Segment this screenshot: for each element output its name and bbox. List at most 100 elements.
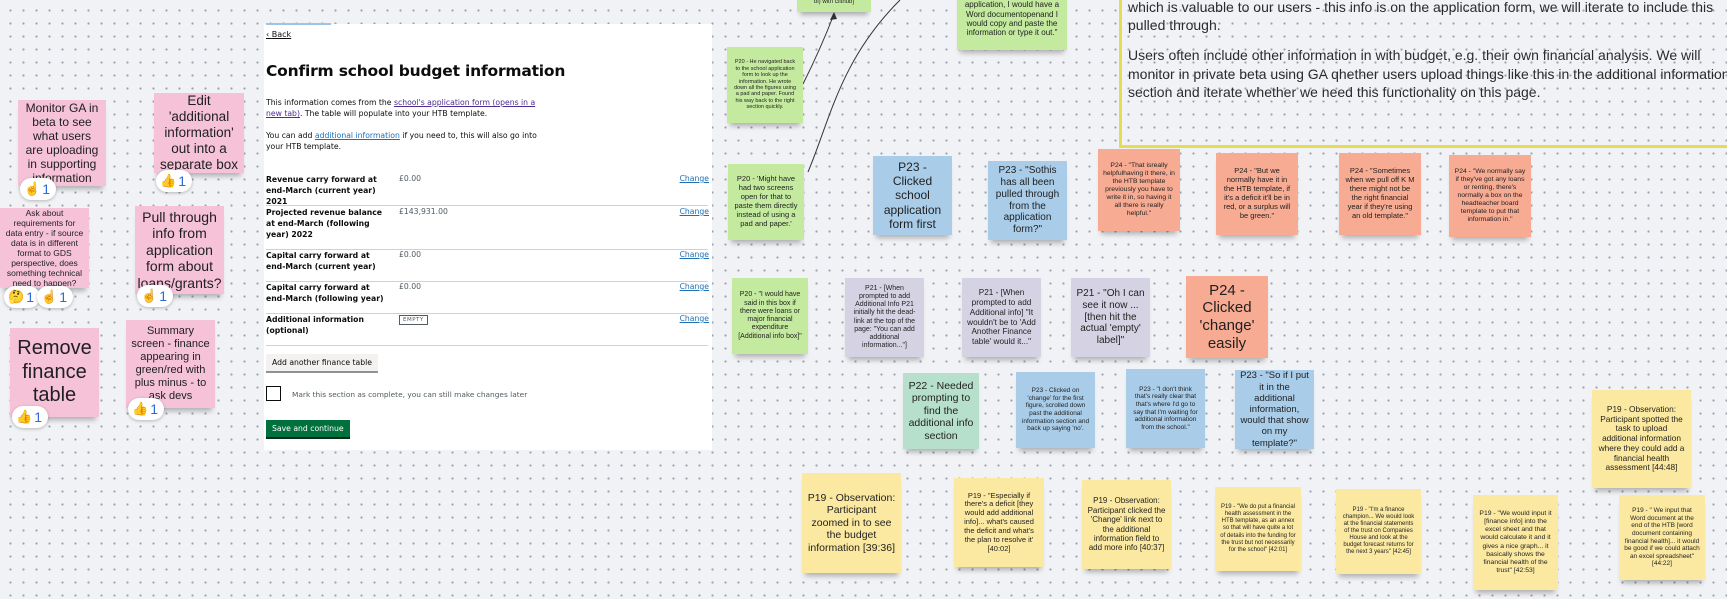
sticky-note[interactable]: P23 - "So if I put it in the additional … bbox=[1235, 370, 1314, 449]
note-text: P19 - "We do put a financial health asse… bbox=[1220, 504, 1296, 553]
intro-prefix: This information comes from the bbox=[266, 98, 394, 107]
note-text: P23 - "Sothis has all been pulled throug… bbox=[995, 165, 1060, 236]
sticky-note[interactable]: bl) with Github] bbox=[797, 0, 871, 12]
sticky-note[interactable]: P24 - Clicked 'change' easily bbox=[1186, 276, 1268, 358]
row-key: Capital carry forward at end-March (foll… bbox=[266, 283, 384, 304]
empty-tag[interactable]: EMPTY bbox=[399, 315, 428, 325]
row-key: Revenue carry forward at end-March (curr… bbox=[266, 175, 377, 207]
summary-row: Revenue carry forward at end-March (curr… bbox=[266, 174, 709, 207]
add-finance-table-button[interactable]: Add another finance table bbox=[266, 354, 379, 371]
sticky-note[interactable]: P23 - "I don't think that's really clear… bbox=[1126, 369, 1205, 448]
row-value: £143,931.00 bbox=[399, 207, 448, 216]
reaction-badge[interactable]: 🤔 1 bbox=[4, 286, 40, 308]
sticky-note[interactable]: P19 - " We input that Word document at t… bbox=[1619, 495, 1705, 580]
change-link[interactable]: Change bbox=[680, 314, 709, 323]
note-text: P20 - He navigated back to the school ap… bbox=[733, 59, 797, 111]
note-text: bl) with Github] bbox=[813, 0, 855, 6]
sticky-note[interactable]: Monitor GA in beta to see what users are… bbox=[18, 100, 106, 186]
note-text: P24 - "But we normally have it in the HT… bbox=[1223, 166, 1291, 220]
sticky-note[interactable]: P22 - Needed prompting to find the addit… bbox=[903, 373, 979, 449]
change-link[interactable]: Change bbox=[680, 174, 709, 183]
row-value: £0.00 bbox=[399, 174, 422, 183]
note-text: P21 - [When prompted to add Additional i… bbox=[967, 288, 1036, 346]
note-text: P23 - "So if I put it in the additional … bbox=[1240, 370, 1309, 449]
row-value: £0.00 bbox=[399, 282, 422, 291]
note-text: P24 - "We normally say if they've got an… bbox=[1454, 167, 1526, 224]
note-text: P21 - [When prompted to add Additional I… bbox=[853, 284, 916, 350]
sticky-note[interactable]: P19 - "We would input it [finance info] … bbox=[1473, 495, 1558, 590]
reaction-badge[interactable]: ☝ 1 bbox=[137, 285, 173, 307]
sticky-note[interactable]: P20 - 'Might have had two screens open f… bbox=[728, 164, 804, 240]
reaction-count: 1 bbox=[34, 409, 42, 425]
summary-paragraph: Users often include other information in… bbox=[1128, 47, 1727, 100]
pointing-up-icon: ☝ bbox=[41, 289, 58, 304]
reaction-badge[interactable]: 👍 1 bbox=[156, 170, 192, 192]
note-text: Monitor GA in beta to see what users are… bbox=[25, 100, 99, 186]
reaction-count: 1 bbox=[150, 401, 158, 417]
change-link[interactable]: Change bbox=[680, 207, 709, 216]
pointing-up-icon: ☝ bbox=[24, 181, 41, 196]
back-link-label: Back bbox=[271, 30, 292, 39]
pointing-up-icon: ☝ bbox=[141, 288, 158, 303]
note-text: P24 - "Sometimes when we pull off K M th… bbox=[1345, 166, 1415, 220]
complete-checkbox[interactable] bbox=[266, 386, 281, 401]
sticky-note[interactable]: P20 - He navigated back to the school ap… bbox=[727, 47, 803, 123]
summary-row: Capital carry forward at end-March (foll… bbox=[266, 282, 709, 314]
back-link[interactable]: ‹ Back bbox=[266, 30, 291, 39]
note-text: P20 - "I would have said in this box if … bbox=[738, 291, 802, 340]
sticky-note[interactable]: P19 - "We do put a financial health asse… bbox=[1215, 487, 1301, 571]
summary-row: Capital carry forward at end-March (curr… bbox=[266, 250, 709, 282]
sticky-note[interactable]: P19 - Observation: Participant spotted t… bbox=[1592, 390, 1691, 488]
reaction-badge[interactable]: 👍 1 bbox=[12, 406, 48, 428]
sticky-note[interactable]: Pull through info from application form … bbox=[135, 206, 224, 294]
sticky-note[interactable]: Ask about requirements for data entry - … bbox=[0, 208, 89, 288]
sticky-note[interactable]: P23 - "Sothis has all been pulled throug… bbox=[988, 161, 1067, 240]
note-text: Ask about requirements for data entry - … bbox=[5, 208, 84, 288]
sticky-note[interactable]: P24 - "Sometimes when we pull off K M th… bbox=[1339, 153, 1421, 235]
change-link[interactable]: Change bbox=[680, 282, 709, 291]
reaction-badge[interactable]: ☝ 1 bbox=[20, 178, 56, 200]
row-key: Additional information (optional) bbox=[266, 315, 364, 336]
note-text: P20 - 'Might have had two screens open f… bbox=[734, 174, 798, 228]
page-title: Confirm school budget information bbox=[266, 62, 566, 80]
sticky-note[interactable]: P23 - Clicked school application form fi… bbox=[873, 156, 952, 235]
sticky-note[interactable]: P19 - "I'm a finance champion... We woul… bbox=[1336, 489, 1421, 574]
sticky-note[interactable]: P23 - Clicked on 'change' for the first … bbox=[1016, 372, 1095, 448]
save-and-continue-button[interactable]: Save and continue bbox=[266, 420, 350, 437]
sticky-note[interactable]: P24 - "That isreally helpfulhaving it th… bbox=[1098, 149, 1180, 231]
additional-information-link[interactable]: additional information bbox=[315, 131, 400, 140]
note-text: P24 - "That isreally helpfulhaving it th… bbox=[1103, 161, 1175, 218]
note-text: P19 - " We input that Word document at t… bbox=[1624, 506, 1700, 568]
sticky-note[interactable]: P20 - "I would have said in this box if … bbox=[732, 278, 808, 354]
sticky-note[interactable]: P24 - "But we normally have it in the HT… bbox=[1216, 153, 1298, 235]
intro-text: This information comes from the school's… bbox=[266, 97, 546, 119]
sticky-note[interactable]: P21 - "Oh I can see it now ... [then hit… bbox=[1071, 278, 1150, 357]
connector-arrow bbox=[802, 13, 835, 85]
sticky-note[interactable]: P19 - "Especially if there's a deficit [… bbox=[954, 478, 1044, 567]
summary-row: Additional information (optional) EMPTY … bbox=[266, 314, 709, 346]
sticky-note[interactable]: P21 - [When prompted to add Additional i… bbox=[962, 278, 1041, 357]
sticky-note[interactable]: Summary screen - finance appearing in gr… bbox=[126, 320, 215, 408]
focus-line bbox=[266, 23, 331, 25]
note-text: P22 - Needed prompting to find the addit… bbox=[908, 380, 974, 442]
sticky-note[interactable]: P21 - [When prompted to add Additional I… bbox=[845, 278, 924, 357]
summary-paragraph: which is valuable to our users - this in… bbox=[1128, 0, 1714, 34]
thumbs-up-icon: 👍 bbox=[132, 401, 149, 416]
sticky-note[interactable]: P19 - Observation: Participant zoomed in… bbox=[802, 473, 901, 573]
sticky-note[interactable]: Remove finance table bbox=[10, 328, 99, 417]
row-value: EMPTY bbox=[399, 314, 428, 325]
summary-note[interactable]: which is valuable to our users - this in… bbox=[1119, 0, 1727, 148]
sticky-note[interactable]: application, I would have a Word documen… bbox=[957, 0, 1067, 50]
note-text: P19 - Observation: Participant zoomed in… bbox=[807, 492, 896, 554]
row-key: Projected revenue balance at end-March (… bbox=[266, 208, 383, 240]
connector-line bbox=[807, 0, 901, 173]
change-link[interactable]: Change bbox=[680, 250, 709, 259]
sticky-note[interactable]: P19 - Observation: Participant clicked t… bbox=[1082, 480, 1171, 569]
reaction-badge[interactable]: ☝ 1 bbox=[37, 286, 73, 308]
note-text: Edit 'additional information' out into a… bbox=[159, 93, 239, 172]
sticky-note[interactable]: P24 - "We normally say if they've got an… bbox=[1449, 155, 1531, 237]
note-text: P19 - "We would input it [finance info] … bbox=[1479, 510, 1552, 574]
reaction-badge[interactable]: 👍 1 bbox=[128, 398, 164, 420]
note-text: P24 - Clicked 'change' easily bbox=[1199, 281, 1255, 352]
sticky-note[interactable]: Edit 'additional information' out into a… bbox=[154, 93, 244, 173]
